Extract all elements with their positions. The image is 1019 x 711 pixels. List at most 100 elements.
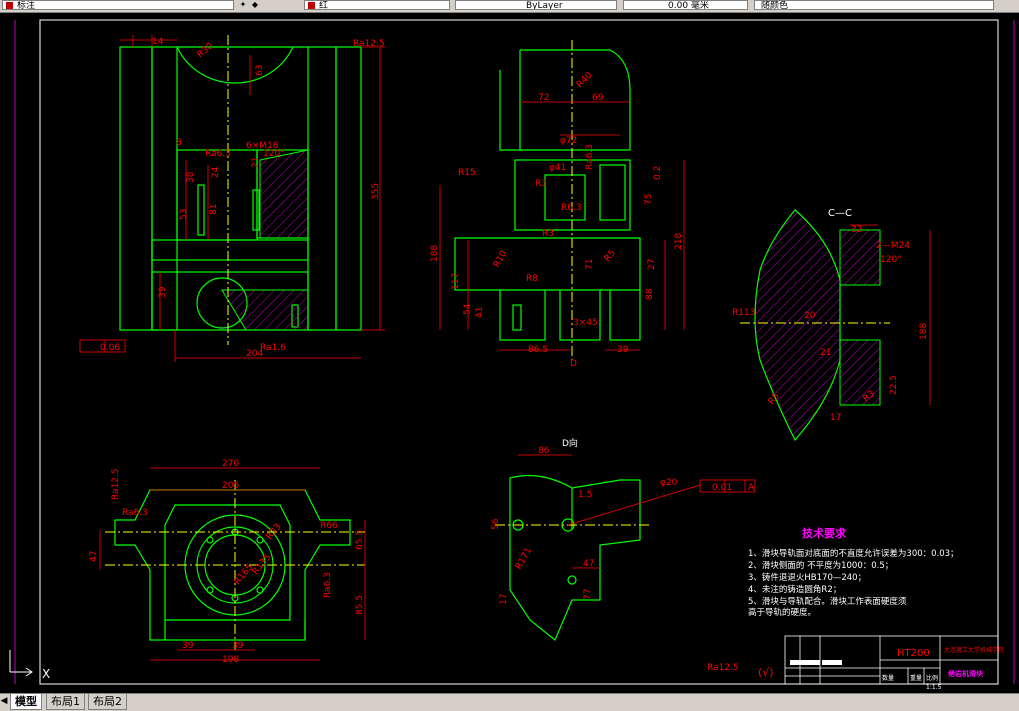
dim-r30: R30 [196, 41, 216, 60]
layer-state-icon[interactable]: ✦ [238, 0, 248, 10]
part-name-label: 凿岩机滑块 [948, 669, 984, 678]
dim-39-top-b: 39 [232, 641, 244, 651]
dim-39-side: 39 [617, 345, 629, 355]
flatness-tolerance: 0.06 [100, 343, 120, 353]
lineweight-dropdown[interactable]: 0.00 毫米 [623, 0, 748, 10]
layer-dropdown[interactable]: 标注 [2, 0, 234, 10]
dim-phi41: φ41 [549, 163, 566, 173]
datum-a: A [748, 483, 755, 493]
scale-label: 比例 [926, 674, 938, 682]
roughness-ra6-3-top: Ra6.3 [122, 508, 148, 518]
dim-63: 63 [255, 65, 265, 76]
dim-32: 32 [851, 225, 862, 235]
dim-86: 86 [538, 446, 550, 456]
dim-r8: R8 [526, 274, 538, 284]
dim-81: 81 [209, 204, 219, 215]
dim-24: 24 [211, 166, 221, 178]
tab-layout2[interactable]: 布局2 [88, 694, 127, 710]
dim-72: 72 [538, 93, 549, 103]
front-view [119, 46, 362, 331]
tech-item-3: 3、铸件退退火HB170—240； [748, 572, 866, 583]
dim-20: 20 [804, 311, 816, 321]
dim-188-cc: 188 [919, 323, 929, 340]
drawing-canvas[interactable]: 14 R30 Ra12.5 63 6×M16 120° 355 8 Ra6.3 … [0, 13, 1019, 693]
dim-phi20: φ20 [660, 478, 678, 488]
tech-item-5-cont: 高于导轨的硬度。 [748, 607, 816, 618]
dim-198: 198 [222, 655, 239, 665]
dim-1-5: 1.5 [578, 490, 592, 500]
linetype-dropdown[interactable]: ByLayer [455, 0, 617, 10]
layout-tabs-bar: ◀ 模型 布局1 布局2 [0, 693, 1019, 711]
dim-17-dview: 17 [499, 594, 509, 605]
roughness-check-icon: (√) [758, 666, 774, 679]
dim-21-cc: 21 [820, 348, 831, 358]
linetype-value: ByLayer [526, 1, 563, 10]
dim-205: 205 [222, 481, 239, 491]
dim-355: 355 [371, 183, 381, 200]
dim-r66: R66 [320, 521, 338, 531]
dim-65-5: 65.5 [355, 530, 365, 550]
properties-toolbar: 标注 ✦ ◆ 红 ByLayer 0.00 毫米 随颜色 [0, 0, 1019, 13]
dim-r40: R40 [575, 70, 595, 90]
dim-41: 41 [475, 307, 485, 318]
dim-2xm24: 2—M24 [876, 241, 910, 251]
view-d-title: D向 [562, 437, 578, 449]
ucs-icon [9, 650, 33, 677]
dim-14: 14 [152, 37, 164, 47]
qty-label: 数量 [882, 674, 894, 682]
lineweight-value: 0.00 毫米 [668, 1, 709, 10]
dim-r165: R165 [233, 563, 256, 587]
dim-86-5: 86.5 [528, 345, 548, 355]
section-cc-title: C—C [828, 208, 852, 219]
roughness-ra6-3-b: Ra6.3 [585, 144, 595, 170]
roughness-ra6-3-top-b: Ra6.3 [323, 572, 333, 598]
dim-120deg-cc: 120° [880, 255, 902, 265]
dim-r113: R113 [732, 308, 755, 318]
tab-layout1[interactable]: 布局1 [46, 694, 85, 710]
dim-17-cc: 17 [830, 413, 841, 423]
dim-85-5: 85.5 [355, 595, 365, 615]
dim-r3-b: R3 [542, 229, 554, 239]
dim-21: 21 [251, 157, 261, 168]
tech-item-1: 1、滑块导轨面对底面的不直度允许误差为300：0.03； [748, 548, 959, 559]
dim-r15: R15 [458, 168, 476, 178]
roughness-ra12-5: Ra12.5 [353, 39, 385, 49]
dim-53: 53 [179, 209, 189, 220]
plotstyle-value: 随颜色 [761, 1, 789, 10]
color-dropdown[interactable]: 红 [304, 0, 450, 10]
drawing-svg: 14 R30 Ra12.5 63 6×M16 120° 355 8 Ra6.3 … [9, 19, 1015, 691]
tab-model[interactable]: 模型 [10, 694, 42, 710]
dim-47-top: 47 [89, 551, 99, 562]
tech-requirements-title: 技术要求 [802, 526, 847, 540]
plotstyle-dropdown[interactable]: 随颜色 [754, 0, 994, 10]
tolerance-0-01: 0.01 [712, 483, 732, 493]
dim-0-2: 0.2 [653, 166, 663, 180]
dim-188: 188 [430, 245, 440, 262]
material-label: HT200 [897, 648, 930, 659]
dim-56: 56 [491, 518, 501, 530]
dim-270: 270 [222, 459, 239, 469]
dim-r3: R3 [535, 179, 547, 189]
dim-54: 54 [463, 303, 473, 315]
tech-item-2: 2、滑块侧面的 不平度为1000：0.5； [748, 560, 893, 571]
dim-77: 77 [583, 589, 593, 600]
scale-value: 1:1.5 [926, 684, 942, 691]
roughness-ra6-3-side: R6.3 [561, 203, 582, 213]
tab-nav-prev-icon[interactable]: ◀ [0, 695, 8, 708]
dim-47-dview: 47 [583, 559, 594, 569]
view-d-arrow-label: D [570, 359, 577, 369]
school-label: 大连理工大学机械学院 [944, 646, 1004, 654]
tech-item-4: 4、未注的铸造圆角R2； [748, 584, 841, 595]
roughness-ra12-5-top: Ra12.5 [111, 468, 121, 500]
dim-22-5: 22.5 [889, 375, 899, 395]
dim-75: 75 [644, 194, 654, 205]
dim-218: 218 [674, 233, 684, 250]
dim-71: 71 [585, 259, 595, 270]
dim-69: 69 [592, 93, 604, 103]
dim-120deg: 120° [263, 149, 285, 159]
dim-3x45: 3×45 [573, 318, 598, 328]
layer-previous-icon[interactable]: ◆ [250, 0, 260, 10]
dim-r10: R10 [492, 249, 510, 270]
dim-phi72: φ72 [560, 136, 577, 146]
dim-8: 8 [176, 138, 182, 148]
